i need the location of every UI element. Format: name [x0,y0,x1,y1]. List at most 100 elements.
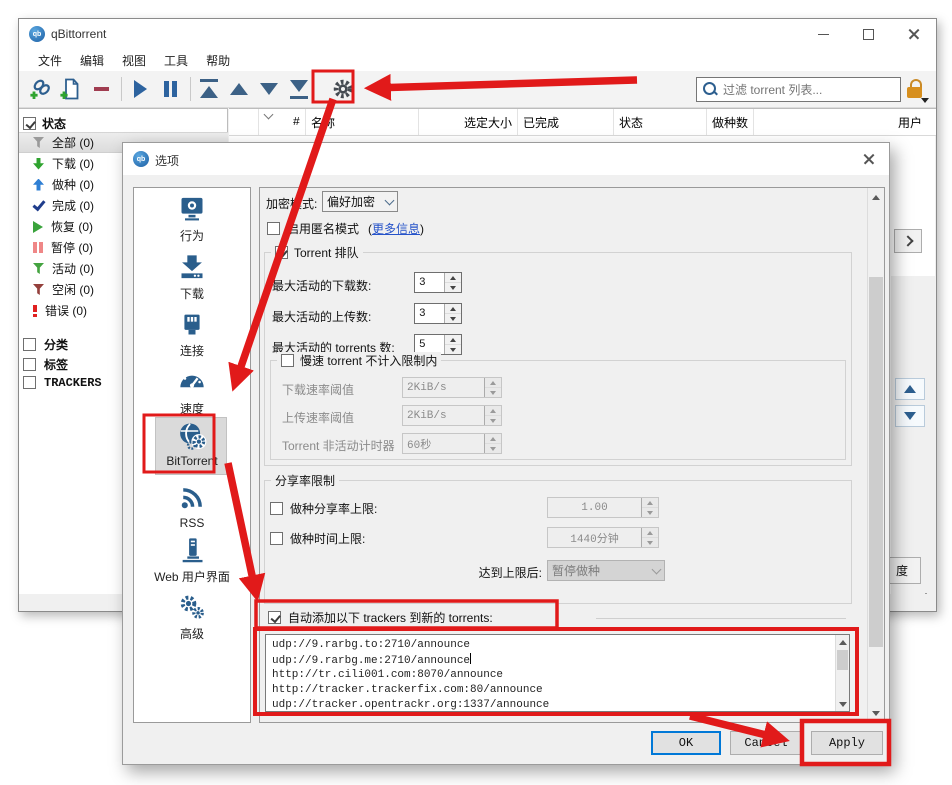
seed-ratio-spinner[interactable]: 1.00 [547,497,659,518]
nav-webui[interactable]: Web 用户界面 [134,535,250,585]
move-up-button[interactable] [227,77,251,101]
seed-arrow-icon [33,179,44,191]
dl-threshold-spinner[interactable]: 2KiB/s [402,377,502,398]
apply-button[interactable]: Apply [811,731,883,755]
tracker-url-line: udp://9.rarbg.to:2710/announce [272,638,470,653]
move-down-icon [260,83,278,95]
error-icon [33,305,37,317]
column-status[interactable]: 状态 [614,109,707,135]
remove-torrent-button[interactable] [89,77,113,101]
auto-add-trackers-label: 自动添加以下 trackers 到新的 torrents: [288,609,493,626]
seed-time-checkbox[interactable] [270,532,283,545]
column-seeds[interactable]: 做种数 [707,109,754,135]
encryption-select[interactable]: 偏好加密 [322,191,398,212]
expand-panel-button[interactable] [894,229,922,253]
dialog-close-button[interactable] [855,147,883,171]
trackers-textarea[interactable]: udp://9.rarbg.to:2710/announce udp://9.r… [265,634,850,712]
nav-advanced[interactable]: 高级 [134,592,250,642]
tags-checkbox[interactable] [23,358,36,371]
status-header[interactable]: 状态 [23,115,66,132]
slow-torrents-checkbox[interactable] [281,354,294,367]
ul-threshold-spinner[interactable]: 2KiB/s [402,405,502,426]
search-input[interactable] [721,79,897,100]
categories-checkbox[interactable] [23,338,36,351]
text-cursor [470,653,471,664]
move-up-icon [230,83,248,95]
torrent-queueing-checkbox[interactable] [275,246,288,259]
done-check-icon [33,201,44,210]
gear-icon [331,77,355,101]
rss-icon [176,483,208,513]
maximize-button[interactable] [846,19,891,49]
chevron-down-icon [652,564,662,574]
toolbar-separator [121,77,122,101]
options-dialog: qb 选项 行为 下载 连接 速度 BitTorrent RSS [122,142,890,765]
remove-icon [94,87,109,91]
column-done[interactable]: 已完成 [518,109,614,135]
search-box [696,77,901,102]
app-logo-icon: qb [29,26,45,42]
menu-view[interactable]: 视图 [113,50,155,71]
auto-add-trackers-row: 自动添加以下 trackers 到新的 torrents: [268,609,493,626]
column-size[interactable]: 选定大小 [419,109,518,135]
add-torrent-link-icon [29,77,53,101]
add-torrent-file-button[interactable] [59,77,83,101]
close-button[interactable] [891,19,936,49]
move-down-button[interactable] [257,77,281,101]
menu-tools[interactable]: 工具 [155,50,197,71]
menu-file[interactable]: 文件 [29,50,71,71]
scroll-up-button[interactable] [895,378,925,400]
nav-behavior[interactable]: 行为 [134,194,250,244]
options-nav-list: 行为 下载 连接 速度 BitTorrent RSS Web 用户界面 高级 [133,187,251,723]
add-torrent-file-icon [59,77,83,101]
trackers-checkbox[interactable] [23,376,36,389]
move-to-bottom-button[interactable] [287,77,311,101]
chevron-down-icon [385,195,395,205]
nav-connection[interactable]: 连接 [134,309,250,359]
resume-button[interactable] [128,77,152,101]
lock-dropdown-icon [921,98,929,103]
inactivity-timer-spinner[interactable]: 60秒 [402,433,502,454]
add-torrent-link-button[interactable] [29,77,53,101]
settings-scrollbar[interactable] [867,188,884,722]
scroll-down-arrow[interactable] [836,697,849,711]
seed-ratio-checkbox[interactable] [270,502,283,515]
options-button[interactable] [331,77,355,101]
dialog-title: 选项 [155,152,179,169]
move-to-top-button[interactable] [197,77,221,101]
search-icon [703,82,716,95]
inactivity-timer-label: Torrent 非活动计时器 [282,437,395,454]
pause-button[interactable] [158,77,182,101]
max-uploads-spinner[interactable]: 3 [414,303,462,324]
scrollbar-thumb[interactable] [869,277,883,647]
more-info-link[interactable]: 更多信息 [372,222,420,236]
column-name[interactable]: 名称 [306,109,419,135]
nav-download[interactable]: 下载 [134,252,250,302]
scroll-up-arrow[interactable] [836,635,849,649]
behavior-icon [176,194,208,224]
status-checkbox[interactable] [23,117,36,130]
textarea-scrollbar[interactable] [835,635,849,711]
max-downloads-spinner[interactable]: 3 [414,272,462,293]
scroll-down-arrow[interactable] [868,706,884,720]
seed-time-spinner[interactable]: 1440分钟 [547,527,659,548]
nav-rss[interactable]: RSS [134,483,250,530]
column-user[interactable]: 用户 [754,109,927,135]
auto-add-trackers-checkbox[interactable] [268,611,281,624]
lock-button[interactable] [906,79,926,101]
ratio-reached-action-select[interactable]: 暂停做种 [547,560,665,581]
column-status-icon[interactable] [229,109,259,135]
minimize-button[interactable] [801,19,846,49]
scroll-down-button[interactable] [895,405,925,427]
ok-button[interactable]: OK [651,731,721,755]
scroll-up-arrow[interactable] [868,190,884,204]
nav-bittorrent[interactable]: BitTorrent [134,421,250,468]
cancel-button[interactable]: Cancel [730,731,802,755]
ratio-reached-label: 达到上限后: [460,564,542,581]
window-title: qBittorrent [51,27,106,41]
nav-speed[interactable]: 速度 [134,367,250,417]
menu-help[interactable]: 帮助 [197,50,239,71]
menu-edit[interactable]: 编辑 [71,50,113,71]
anonymous-mode-checkbox[interactable] [267,222,280,235]
scrollbar-thumb[interactable] [837,650,848,670]
